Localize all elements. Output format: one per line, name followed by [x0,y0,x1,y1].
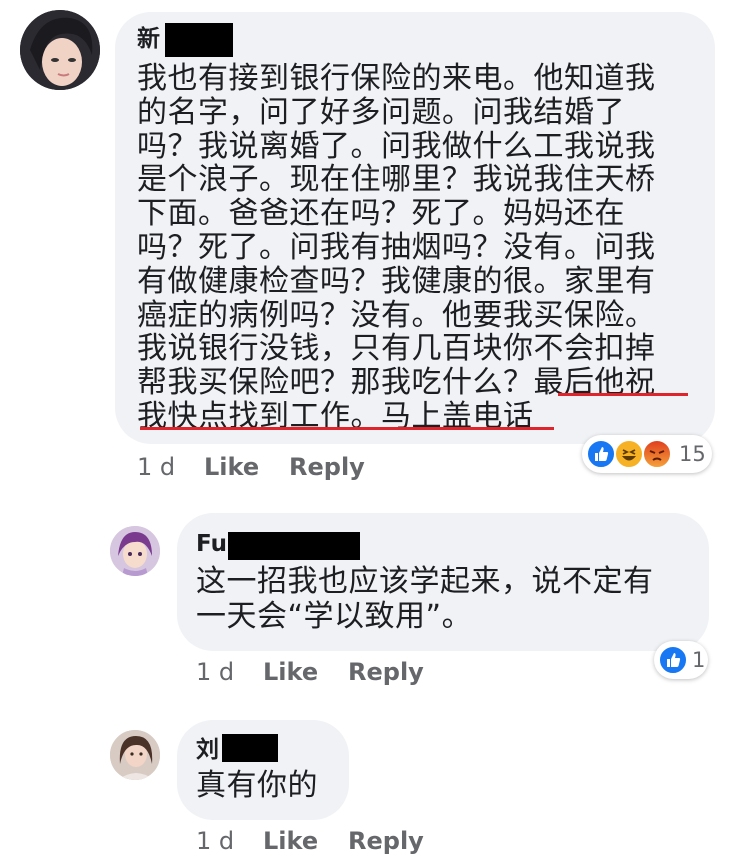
reply-line: 真有你的 [196,768,318,803]
like-icon [658,645,688,675]
like-button[interactable]: Like [204,452,259,482]
comment-line: 下面。爸爸还在吗？死了。妈妈还在 [137,196,625,232]
comment-line: 是个浪子。现在住哪里？我说我住天桥 [137,162,656,198]
reply-timestamp[interactable]: 1 d [196,826,234,856]
comment-timestamp[interactable]: 1 d [137,452,175,482]
reply-author-name[interactable]: 刘 [196,736,219,764]
red-underline [140,427,554,430]
reply-button[interactable]: Reply [289,452,365,482]
reply-button[interactable]: Reply [348,826,424,856]
haha-icon [614,439,644,469]
reply-body: 这一招我也应该学起来，说不定有 一天会“学以致用”。 [196,564,654,634]
comment-line: 吗？我说离婚了。问我做什么工我说我 [137,128,656,164]
reply-line: 这一招我也应该学起来，说不定有 [196,564,654,599]
comment-line: 我也有接到银行保险的来电。他知道我 [137,61,656,96]
reply-actions: 1 d Like Reply [196,826,496,856]
redaction-box [228,532,360,560]
reply-actions: 1 d Like Reply [196,657,496,687]
like-button[interactable]: Like [263,657,318,687]
reaction-summary[interactable]: 1 [654,641,708,679]
comment-author-name[interactable]: 新 [137,25,160,53]
avatar[interactable] [110,730,160,780]
reaction-count: 1 [692,648,706,672]
comment-actions: 1 d Like Reply [137,452,437,482]
reply-timestamp[interactable]: 1 d [196,657,234,687]
redaction-box [165,23,233,57]
comment-body: 我也有接到银行保险的来电。他知道我 的名字，问了好多问题。问我结婚了 吗？我说离… [137,62,656,434]
avatar[interactable] [20,10,100,90]
comment-line: 癌症的病例吗？没有。他要我买保险。 [137,297,656,333]
reply-body: 真有你的 [196,768,318,803]
avatar[interactable] [110,526,160,576]
comment-line: 吗？死了。问我有抽烟吗？没有。问我 [137,229,656,265]
red-underline [558,393,688,396]
redaction-box [222,734,278,762]
like-button[interactable]: Like [263,826,318,856]
like-icon [586,439,616,469]
comment-line: 有做健康检查吗？我健康的很。家里有 [137,263,656,299]
reaction-summary[interactable]: 15 [582,435,712,473]
reply-line: 一天会“学以致用”。 [196,599,473,634]
comment-line: 我说银行没钱，只有几百块你不会扣掉 [137,331,656,367]
angry-icon [642,439,672,469]
reaction-count: 15 [679,442,706,466]
reply-button[interactable]: Reply [348,657,424,687]
reply-author-name[interactable]: Fu [196,530,227,558]
comment-line: 的名字，问了好多问题。问我结婚了 [137,94,625,130]
